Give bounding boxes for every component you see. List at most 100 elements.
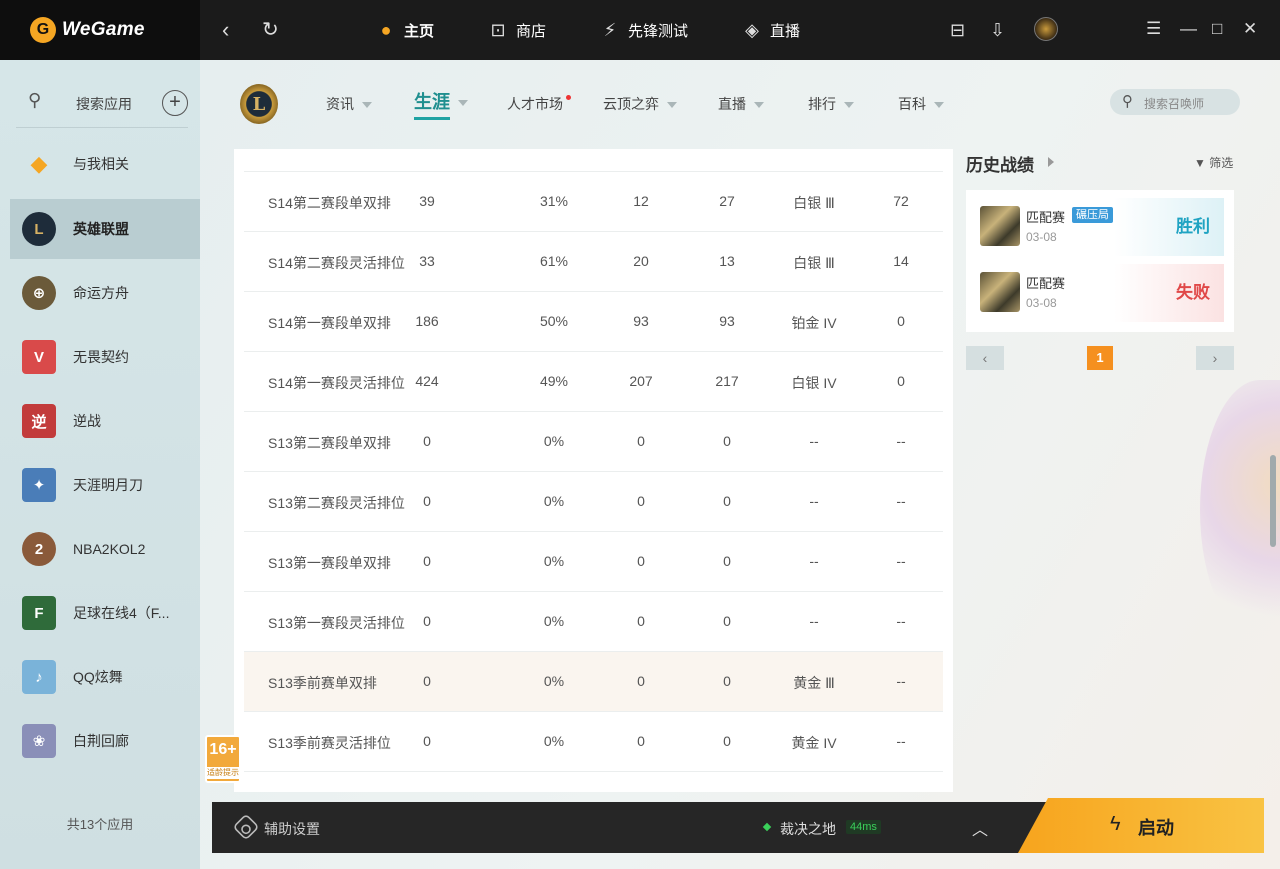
tab-live[interactable]: 直播 bbox=[718, 92, 764, 116]
history-title[interactable]: 历史战绩 bbox=[966, 151, 1034, 176]
refresh-icon[interactable]: ↻ bbox=[262, 17, 279, 43]
tab-news[interactable]: 资讯 bbox=[326, 92, 372, 116]
assist-settings-button[interactable]: 辅助设置 bbox=[264, 819, 320, 839]
summoner-search-input[interactable]: ⚲ 搜索召唤师 bbox=[1110, 89, 1240, 115]
filter-button[interactable]: ▼ 筛选 bbox=[1194, 154, 1233, 171]
wegame-logo[interactable]: G WeGame bbox=[0, 0, 200, 60]
sidebar-item-tianya[interactable]: ✦ 天涯明月刀 bbox=[10, 455, 200, 515]
table-row: S13第一赛段灵活排位 0 0% 0 0 -- -- bbox=[244, 592, 943, 652]
table-cell: 0 bbox=[637, 733, 645, 749]
table-cell: 20 bbox=[633, 253, 649, 269]
chevron-down-icon bbox=[362, 102, 372, 109]
table-cell: 黄金 IV bbox=[791, 735, 837, 751]
match-result: 失败 bbox=[1114, 264, 1224, 322]
settings-hex-icon[interactable] bbox=[232, 813, 260, 841]
chevron-right-icon[interactable] bbox=[1048, 157, 1054, 167]
table-cell: 186 bbox=[415, 313, 439, 329]
lostark-app-icon: ⊕ bbox=[22, 276, 56, 310]
table-cell: -- bbox=[896, 553, 906, 569]
tab-career[interactable]: 生涯 bbox=[414, 90, 468, 120]
search-icon: ⚲ bbox=[1122, 93, 1133, 110]
title-bar: G WeGame ‹ ↻ ● 主页 ⊡ 商店 ⚡ 先锋测试 ◈ 直播 ⊟ ⇩ ☰… bbox=[0, 0, 1280, 60]
lol-app-icon: L bbox=[22, 212, 56, 246]
table-cell: 0 bbox=[637, 433, 645, 449]
sidebar-item-valorant[interactable]: V 无畏契约 bbox=[10, 327, 200, 387]
lol-logo-icon[interactable]: L bbox=[240, 84, 278, 124]
table-cell: 0 bbox=[897, 373, 905, 389]
topnav-home-label: 主页 bbox=[404, 22, 435, 40]
sidebar-item-nizhan[interactable]: 逆 逆战 bbox=[10, 391, 200, 451]
table-cell: 0 bbox=[423, 493, 431, 509]
table-cell: 0% bbox=[543, 553, 565, 569]
table-cell: 207 bbox=[629, 373, 653, 389]
user-avatar[interactable] bbox=[1034, 17, 1058, 41]
sidebar-item-related[interactable]: ◆ 与我相关 bbox=[10, 134, 200, 194]
table-cell: 0 bbox=[723, 733, 731, 749]
tab-ranking[interactable]: 排行 bbox=[808, 92, 854, 116]
topnav-home[interactable]: ● 主页 bbox=[374, 0, 434, 60]
scrollbar-thumb[interactable] bbox=[1270, 455, 1276, 547]
maximize-icon[interactable]: □ bbox=[1212, 16, 1222, 42]
sidebar-item-label: NBA2KOL2 bbox=[73, 541, 146, 557]
tab-talent-market[interactable]: 人才市场 bbox=[507, 92, 571, 116]
chevron-up-icon[interactable]: ︿ bbox=[972, 816, 988, 840]
table-cell: 0% bbox=[543, 433, 565, 449]
sidebar-item-nba2kol2[interactable]: 2 NBA2KOL2 bbox=[10, 519, 200, 579]
table-cell: 0 bbox=[423, 433, 431, 449]
topnav-live[interactable]: ◈ 直播 bbox=[740, 0, 800, 60]
prev-page-button[interactable]: ‹ bbox=[966, 346, 1004, 370]
match-item[interactable]: 匹配赛 碾压局 03-08 胜利 bbox=[976, 198, 1224, 256]
match-mode: 匹配赛 bbox=[1026, 210, 1066, 225]
qqdance-app-icon: ♪ bbox=[22, 660, 56, 694]
download-icon[interactable]: ⇩ bbox=[990, 18, 1005, 42]
back-icon[interactable]: ‹ bbox=[222, 17, 229, 43]
table-cell: -- bbox=[896, 433, 906, 449]
tab-tft[interactable]: 云顶之弈 bbox=[603, 92, 677, 116]
sidebar-item-baijing[interactable]: ❀ 白荆回廊 bbox=[10, 711, 200, 771]
sidebar-item-qqdance[interactable]: ♪ QQ炫舞 bbox=[10, 647, 200, 707]
table-cell: S13季前赛单双排 bbox=[268, 675, 377, 691]
table-cell: 424 bbox=[415, 373, 439, 389]
match-history-panel: 匹配赛 碾压局 03-08 胜利 匹配赛 03-08 失败 bbox=[966, 190, 1234, 332]
launch-button[interactable]: ϟ 启动 bbox=[1018, 798, 1264, 853]
app-count: 共13个应用 bbox=[66, 817, 134, 832]
ranked-stats-table: S14第二赛段单双排 39 31% 12 27 白银 Ⅲ 72 S14第二赛段灵活排位 33 61… bbox=[234, 149, 953, 792]
message-box-icon[interactable]: ⊟ bbox=[950, 18, 965, 42]
sidebar-item-label: 白荆回廊 bbox=[73, 733, 129, 749]
current-page[interactable]: 1 bbox=[1087, 346, 1113, 370]
champion-avatar bbox=[980, 272, 1020, 312]
table-cell: 14 bbox=[893, 253, 909, 269]
pacman-icon: ● bbox=[380, 19, 392, 40]
sidebar-item-label: QQ炫舞 bbox=[73, 669, 123, 685]
sidebar-item-lol[interactable]: L 英雄联盟 bbox=[10, 199, 200, 259]
table-cell: 33 bbox=[419, 253, 435, 269]
tab-wiki[interactable]: 百科 bbox=[898, 92, 944, 116]
table-cell: S13季前赛灵活排位 bbox=[268, 735, 391, 751]
topnav-shop[interactable]: ⊡ 商店 bbox=[486, 0, 546, 60]
sidebar-item-lostark[interactable]: ⊕ 命运方舟 bbox=[10, 263, 200, 323]
sidebar-item-label: 无畏契约 bbox=[73, 349, 129, 365]
app-search[interactable]: ⚲ 搜索应用 + bbox=[16, 80, 188, 128]
next-page-button[interactable]: › bbox=[1196, 346, 1234, 370]
age-rating: 16+ bbox=[209, 741, 237, 758]
table-cell: 217 bbox=[715, 373, 739, 389]
table-cell: -- bbox=[809, 433, 819, 449]
server-selector[interactable]: 裁决之地 bbox=[780, 819, 836, 839]
close-icon[interactable]: ✕ bbox=[1243, 16, 1257, 42]
nizhan-app-icon: 逆 bbox=[22, 404, 56, 438]
sidebar-item-fifa[interactable]: F 足球在线4（F... bbox=[10, 583, 200, 643]
menu-icon[interactable]: ☰ bbox=[1146, 16, 1161, 42]
table-cell: -- bbox=[896, 493, 906, 509]
table-cell: -- bbox=[809, 493, 819, 509]
minimize-icon[interactable]: — bbox=[1180, 16, 1197, 42]
table-cell: 0% bbox=[543, 673, 565, 689]
lightning-icon: ϟ bbox=[1110, 813, 1121, 835]
age-rating-note: 适龄提示 bbox=[207, 767, 239, 779]
table-cell: -- bbox=[809, 553, 819, 569]
add-app-button[interactable]: + bbox=[162, 90, 188, 116]
match-item[interactable]: 匹配赛 03-08 失败 bbox=[976, 264, 1224, 322]
table-row: S13第一赛段单双排 0 0% 0 0 -- -- bbox=[244, 532, 943, 592]
live-icon: ◈ bbox=[745, 19, 759, 40]
topnav-pioneer[interactable]: ⚡ 先锋测试 bbox=[598, 0, 688, 60]
table-cell: 0% bbox=[543, 493, 565, 509]
